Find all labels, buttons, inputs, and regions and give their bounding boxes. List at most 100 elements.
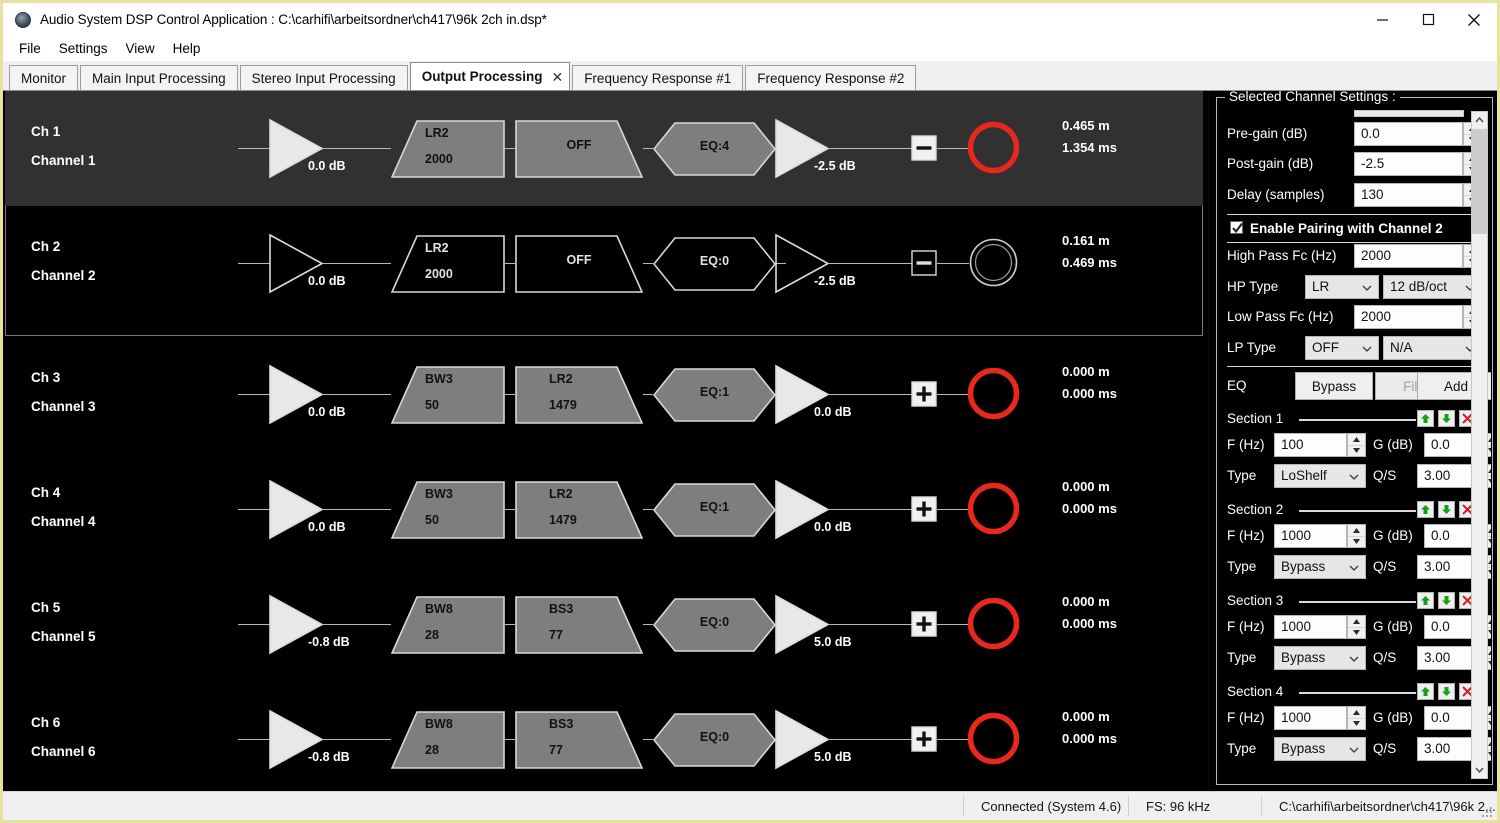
channel-row-6[interactable]: Ch 6 Channel 6 0.000 m 0.000 ms -0.8 dB BW8 28…: [5, 682, 1203, 797]
spinner-up-icon[interactable]: [1348, 616, 1365, 628]
hp-type-slope-select[interactable]: 12 dB/oct: [1383, 275, 1482, 299]
tab-monitor[interactable]: Monitor: [9, 65, 79, 90]
settings-scrollbar[interactable]: [1471, 111, 1488, 779]
post-gain-amplifier[interactable]: -2.5 dB: [775, 118, 856, 180]
eq-section-3-frequency-spinner[interactable]: [1347, 615, 1366, 639]
spinner-down-icon[interactable]: [1348, 537, 1365, 548]
eq-section-4-type-select[interactable]: Bypass: [1274, 737, 1366, 761]
eq-section-4-frequency-input[interactable]: 1000: [1274, 706, 1347, 730]
scroll-up-icon[interactable]: [1472, 112, 1487, 128]
eq-bypass-button[interactable]: Bypass: [1295, 372, 1373, 400]
pre-gain-amplifier[interactable]: -0.8 dB: [269, 594, 350, 656]
pre-gain-amplifier[interactable]: 0.0 dB: [269, 233, 346, 295]
eq-section-2-frequency-input[interactable]: 1000: [1274, 524, 1347, 548]
eq-section-2-move-down-button[interactable]: [1438, 501, 1455, 518]
post-gain-input[interactable]: -2.5: [1354, 152, 1463, 176]
high-pass-filter-block[interactable]: LR2 2000: [391, 120, 505, 178]
eq-section-3-type-select[interactable]: Bypass: [1274, 646, 1366, 670]
menu-help[interactable]: Help: [164, 39, 210, 58]
eq-section-1-type-select[interactable]: LoShelf: [1274, 464, 1366, 488]
eq-section-3-move-down-button[interactable]: [1438, 592, 1455, 609]
spinner-up-icon[interactable]: [1348, 434, 1365, 446]
speaker-output-active-icon[interactable]: [965, 710, 1022, 767]
tab-frequency-response-1[interactable]: Frequency Response #1: [572, 65, 744, 90]
eq-section-2-move-up-button[interactable]: [1417, 501, 1434, 518]
polarity-minus-button[interactable]: [911, 250, 937, 276]
pre-gain-amplifier[interactable]: 0.0 dB: [269, 118, 346, 180]
tab-output-processing[interactable]: Output Processing ✕: [409, 62, 571, 90]
low-pass-filter-block[interactable]: LR2 1479: [515, 481, 643, 539]
eq-section-4-move-down-button[interactable]: [1438, 683, 1455, 700]
minimize-button[interactable]: [1359, 3, 1405, 36]
channel-row-2[interactable]: Ch 2 Channel 2 0.161 m 0.469 ms 0.0 dB LR2 200…: [5, 206, 1203, 321]
high-pass-filter-block[interactable]: BW8 28: [391, 596, 505, 654]
post-gain-amplifier[interactable]: 5.0 dB: [775, 594, 852, 656]
eq-block[interactable]: EQ:4: [653, 122, 776, 176]
low-pass-filter-block[interactable]: BS3 77: [515, 711, 643, 769]
eq-block[interactable]: EQ:1: [653, 483, 776, 537]
channel-row-5[interactable]: Ch 5 Channel 5 0.000 m 0.000 ms -0.8 dB BW8 28…: [5, 567, 1203, 682]
eq-block[interactable]: EQ:1: [653, 368, 776, 422]
eq-section-1-move-up-button[interactable]: [1417, 410, 1434, 427]
pre-gain-amplifier[interactable]: 0.0 dB: [269, 479, 346, 541]
post-gain-amplifier[interactable]: 0.0 dB: [775, 364, 852, 426]
tab-close-icon[interactable]: ✕: [551, 70, 563, 84]
low-pass-filter-block[interactable]: OFF: [515, 120, 643, 178]
low-pass-filter-block[interactable]: LR2 1479: [515, 366, 643, 424]
speaker-output-muted-icon[interactable]: [965, 234, 1022, 291]
pairing-checkbox[interactable]: [1230, 221, 1243, 234]
delay-samples-input[interactable]: 130: [1354, 183, 1463, 207]
scrollbar-thumb[interactable]: [1472, 129, 1487, 234]
maximize-button[interactable]: [1405, 3, 1451, 36]
high-pass-filter-block[interactable]: BW8 28: [391, 711, 505, 769]
polarity-minus-button[interactable]: [911, 135, 937, 161]
menu-view[interactable]: View: [117, 39, 164, 58]
eq-section-1-move-down-button[interactable]: [1438, 410, 1455, 427]
eq-block[interactable]: EQ:0: [653, 237, 776, 291]
post-gain-amplifier[interactable]: -2.5 dB: [775, 233, 856, 295]
tab-stereo-input-processing[interactable]: Stereo Input Processing: [239, 65, 408, 90]
high-pass-filter-block[interactable]: BW3 50: [391, 481, 505, 539]
pre-gain-input[interactable]: 0.0: [1354, 122, 1463, 146]
high-pass-filter-block[interactable]: BW3 50: [391, 366, 505, 424]
channel-row-4[interactable]: Ch 4 Channel 4 0.000 m 0.000 ms 0.0 dB BW3 50 L…: [5, 452, 1203, 567]
polarity-plus-button[interactable]: [911, 611, 937, 637]
lp-type-family-select[interactable]: OFF: [1305, 336, 1379, 360]
eq-section-3-move-up-button[interactable]: [1417, 592, 1434, 609]
low-pass-filter-block[interactable]: BS3 77: [515, 596, 643, 654]
speaker-output-active-icon[interactable]: [965, 595, 1022, 652]
eq-section-2-frequency-spinner[interactable]: [1347, 524, 1366, 548]
eq-section-4-frequency-spinner[interactable]: [1347, 706, 1366, 730]
close-button[interactable]: [1451, 3, 1497, 36]
speaker-output-active-icon[interactable]: [965, 119, 1022, 176]
tab-main-input-processing[interactable]: Main Input Processing: [80, 65, 238, 90]
eq-block[interactable]: EQ:0: [653, 713, 776, 767]
eq-section-1-frequency-spinner[interactable]: [1347, 433, 1366, 457]
tab-frequency-response-2[interactable]: Frequency Response #2: [745, 65, 917, 90]
menu-file[interactable]: File: [10, 39, 50, 58]
channel-row-3[interactable]: Ch 3 Channel 3 0.000 m 0.000 ms 0.0 dB BW3 50 L…: [5, 337, 1203, 452]
enable-pairing-row[interactable]: Enable Pairing with Channel 2: [1230, 219, 1470, 239]
menu-settings[interactable]: Settings: [50, 39, 117, 58]
post-gain-amplifier[interactable]: 5.0 dB: [775, 709, 852, 771]
spinner-down-icon[interactable]: [1348, 719, 1365, 730]
post-gain-amplifier[interactable]: 0.0 dB: [775, 479, 852, 541]
high-pass-filter-block[interactable]: LR2 2000: [391, 235, 505, 293]
speaker-output-active-icon[interactable]: [965, 480, 1022, 537]
spinner-up-icon[interactable]: [1348, 525, 1365, 537]
pre-gain-amplifier[interactable]: -0.8 dB: [269, 709, 350, 771]
high-pass-fc-input[interactable]: 2000: [1354, 244, 1463, 268]
eq-section-1-frequency-input[interactable]: 100: [1274, 433, 1347, 457]
eq-section-3-frequency-input[interactable]: 1000: [1274, 615, 1347, 639]
eq-section-4-move-up-button[interactable]: [1417, 683, 1434, 700]
polarity-plus-button[interactable]: [911, 496, 937, 522]
spinner-down-icon[interactable]: [1348, 446, 1365, 457]
low-pass-filter-block[interactable]: OFF: [515, 235, 643, 293]
hp-type-family-select[interactable]: LR: [1305, 275, 1379, 299]
spinner-down-icon[interactable]: [1348, 628, 1365, 639]
lp-type-slope-select[interactable]: N/A: [1383, 336, 1482, 360]
resize-grip[interactable]: [1481, 805, 1493, 817]
polarity-plus-button[interactable]: [911, 381, 937, 407]
eq-section-2-type-select[interactable]: Bypass: [1274, 555, 1366, 579]
eq-block[interactable]: EQ:0: [653, 598, 776, 652]
